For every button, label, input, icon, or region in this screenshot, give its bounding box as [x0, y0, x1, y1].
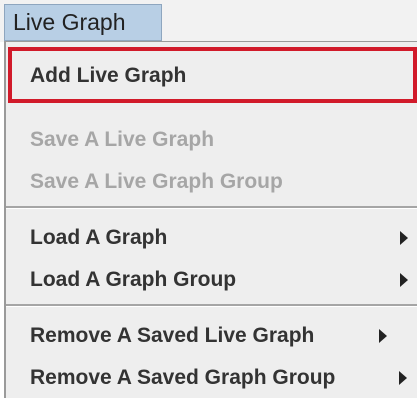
submenu-arrow-icon	[400, 273, 408, 287]
submenu-arrow-icon	[399, 371, 407, 385]
submenu-arrow-icon	[379, 329, 387, 343]
menu-item-save-live-graph-group: Save A Live Graph Group	[30, 170, 283, 193]
menu-item-remove-saved-graph-group[interactable]: Remove A Saved Graph Group	[30, 366, 335, 390]
submenu-arrow-icon	[400, 231, 408, 245]
menu-item-remove-saved-live-graph[interactable]: Remove A Saved Live Graph	[30, 324, 314, 348]
menu-item-add-live-graph[interactable]: Add Live Graph	[30, 64, 186, 88]
menu-item-save-live-graph: Save A Live Graph	[30, 128, 215, 151]
menu-live-graph[interactable]: Live Graph	[4, 4, 162, 41]
menu-separator	[6, 206, 417, 209]
menu-item-load-graph-group[interactable]: Load A Graph Group	[30, 268, 236, 292]
live-graph-dropdown-menu: Add Live Graph Save A Live Graph Save A …	[4, 41, 417, 398]
menu-separator	[6, 304, 417, 307]
menu-item-load-graph[interactable]: Load A Graph	[30, 226, 167, 250]
